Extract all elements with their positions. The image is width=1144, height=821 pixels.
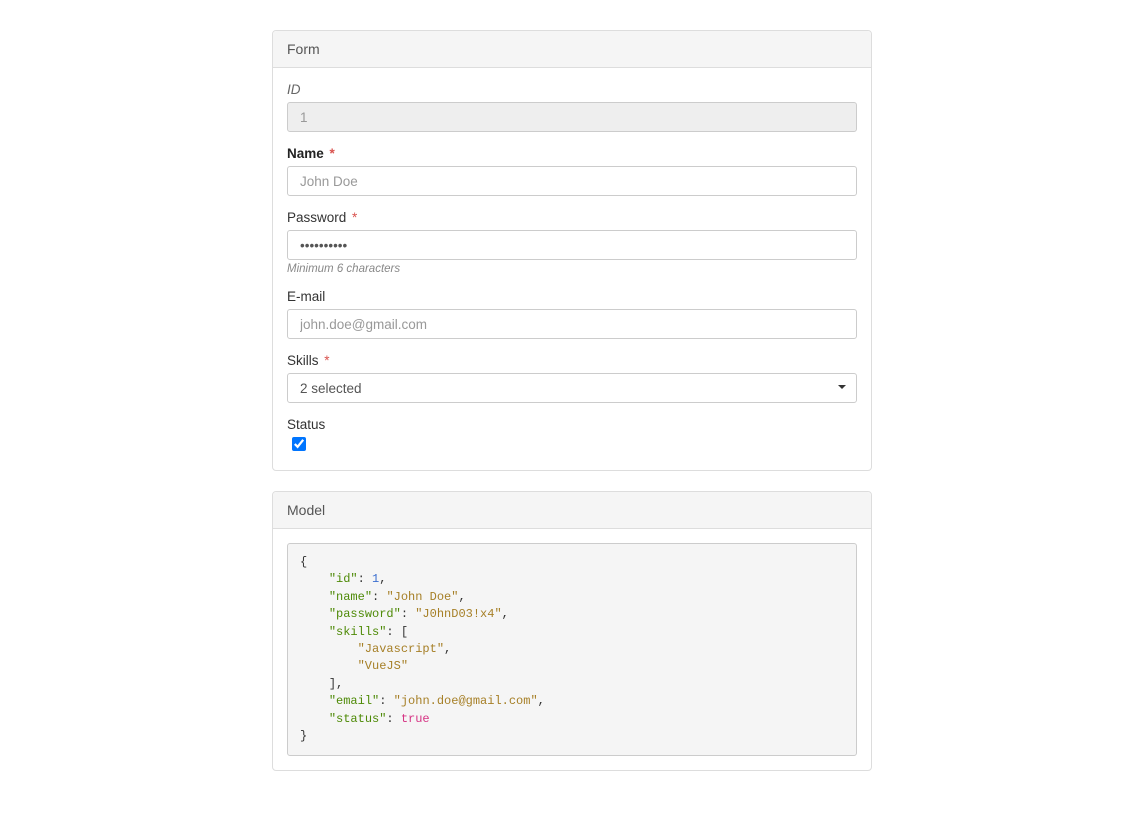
skills-label-text: Skills xyxy=(287,353,319,368)
status-checkbox[interactable] xyxy=(292,437,306,451)
form-panel-body: ID Name * Password * Minimum 6 character… xyxy=(273,68,871,470)
status-label: Status xyxy=(287,417,857,432)
name-input[interactable] xyxy=(287,166,857,196)
name-label-text: Name xyxy=(287,146,324,161)
field-id: ID xyxy=(287,82,857,132)
id-input xyxy=(287,102,857,132)
model-json-output: { "id": 1, "name": "John Doe", "password… xyxy=(287,543,857,756)
field-skills: Skills * 2 selected xyxy=(287,353,857,403)
name-label: Name * xyxy=(287,146,857,161)
email-label: E-mail xyxy=(287,289,857,304)
field-name: Name * xyxy=(287,146,857,196)
field-email: E-mail xyxy=(287,289,857,339)
id-label: ID xyxy=(287,82,857,97)
name-required-asterisk: * xyxy=(330,146,335,161)
model-panel-title: Model xyxy=(273,492,871,529)
skills-select[interactable]: 2 selected xyxy=(287,373,857,403)
skills-label: Skills * xyxy=(287,353,857,368)
skills-required-asterisk: * xyxy=(324,353,329,368)
email-input[interactable] xyxy=(287,309,857,339)
form-panel-title: Form xyxy=(273,31,871,68)
field-status: Status xyxy=(287,417,857,456)
model-panel: Model { "id": 1, "name": "John Doe", "pa… xyxy=(272,491,872,771)
password-label: Password * xyxy=(287,210,857,225)
form-panel: Form ID Name * Password * xyxy=(272,30,872,471)
password-label-text: Password xyxy=(287,210,346,225)
field-password: Password * Minimum 6 characters xyxy=(287,210,857,275)
password-required-asterisk: * xyxy=(352,210,357,225)
password-hint: Minimum 6 characters xyxy=(287,263,857,275)
password-input[interactable] xyxy=(287,230,857,260)
